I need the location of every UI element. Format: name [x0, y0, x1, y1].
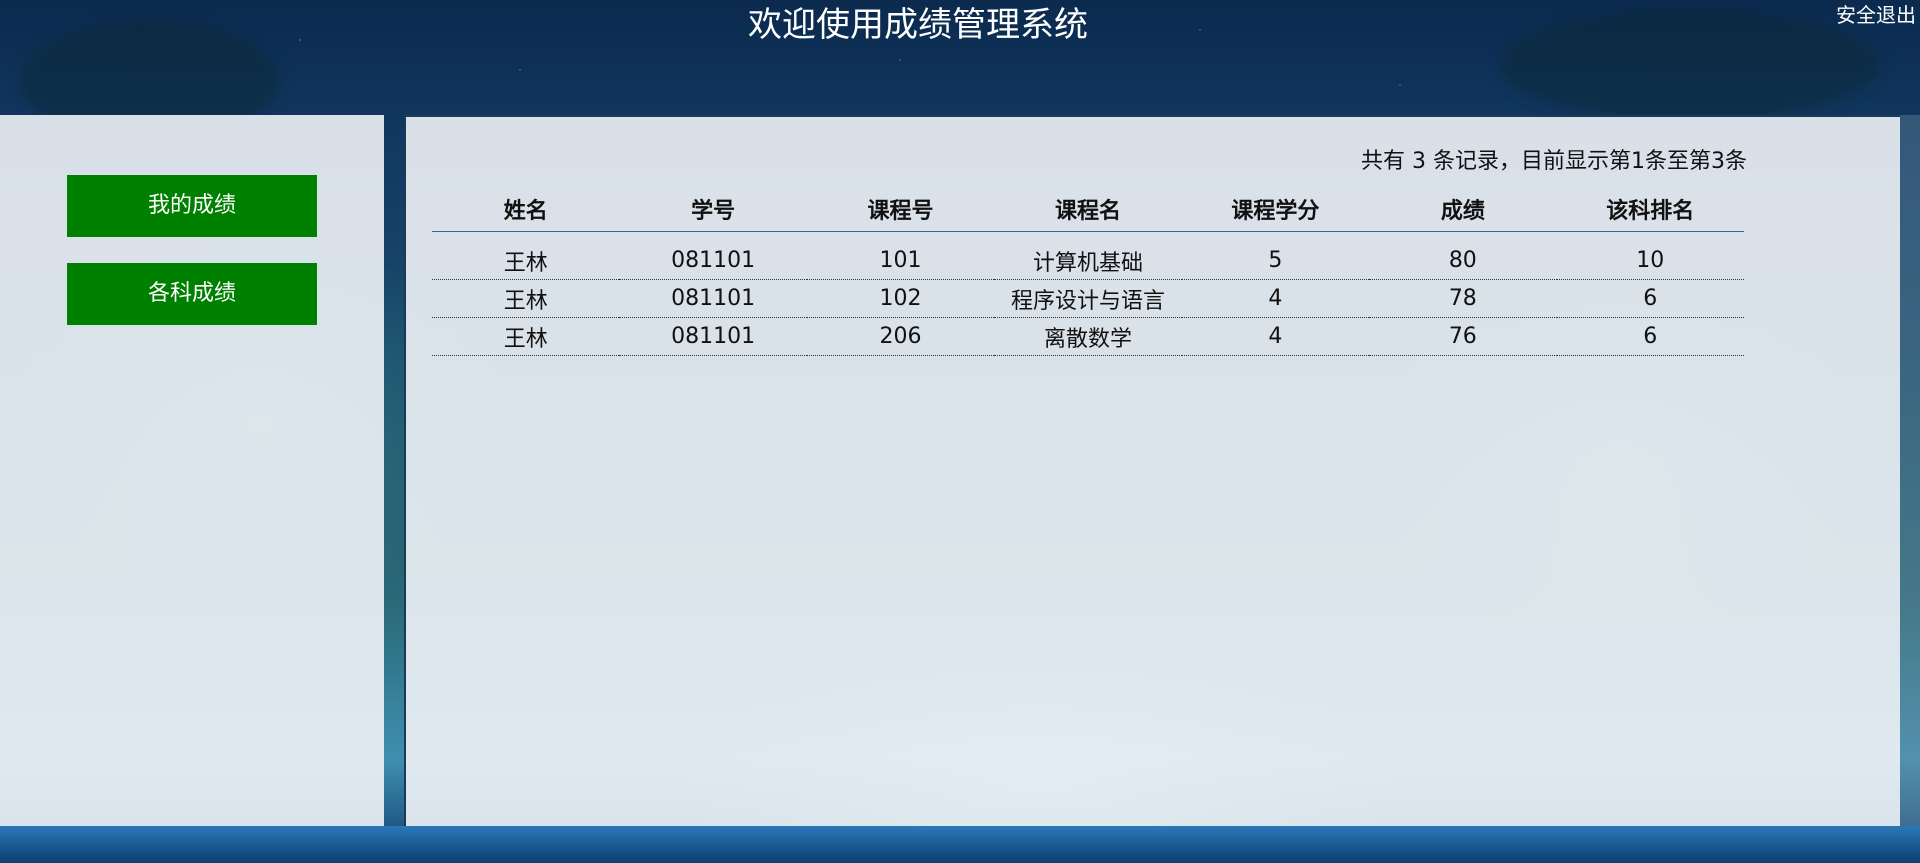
sidebar: 我的成绩 各科成绩: [0, 115, 384, 826]
column-header-course-name: 课程名: [994, 187, 1182, 232]
table-row: 王林 081101 206 离散数学 4 76 6: [432, 317, 1744, 356]
column-header-credits: 课程学分: [1181, 187, 1370, 232]
cell-score: 76: [1369, 317, 1557, 356]
cell-name: 王林: [432, 242, 620, 280]
record-summary: 共有 3 条记录，目前显示第1条至第3条: [1361, 149, 1747, 174]
cell-name: 王林: [432, 279, 620, 318]
nav-my-grades-button[interactable]: 我的成绩: [67, 175, 317, 237]
column-header-score: 成绩: [1369, 187, 1557, 232]
table-row: 王林 081101 102 程序设计与语言 4 78 6: [432, 279, 1744, 318]
table-row: 王林 081101 101 计算机基础 5 80 10: [432, 242, 1744, 280]
page-title: 欢迎使用成绩管理系统: [748, 5, 1088, 45]
right-edge-strip: [1900, 115, 1920, 826]
column-header-name: 姓名: [432, 187, 620, 232]
cell-course-name: 程序设计与语言: [994, 279, 1182, 318]
grades-table: 姓名 学号 课程号 课程名 课程学分 成绩 该科排名 王林 081101 101…: [432, 187, 1744, 356]
cell-credits: 4: [1181, 279, 1370, 318]
cell-course-name: 离散数学: [994, 317, 1182, 356]
nav-course-grades-button[interactable]: 各科成绩: [67, 263, 317, 325]
cell-student-id: 081101: [619, 279, 807, 318]
logout-link[interactable]: 安全退出: [1836, 2, 1916, 28]
cell-rank: 10: [1556, 242, 1744, 280]
cell-course-id: 102: [806, 279, 995, 318]
cell-student-id: 081101: [619, 242, 807, 280]
column-header-student-id: 学号: [619, 187, 807, 232]
cell-rank: 6: [1556, 317, 1744, 356]
cell-score: 80: [1369, 242, 1557, 280]
cell-course-id: 101: [806, 242, 995, 280]
column-header-course-id: 课程号: [806, 187, 995, 232]
cell-student-id: 081101: [619, 317, 807, 356]
cell-course-name: 计算机基础: [994, 242, 1182, 280]
main-panel: 共有 3 条记录，目前显示第1条至第3条 姓名 学号 课程号 课程名 课程学分 …: [404, 115, 1900, 826]
cell-course-id: 206: [806, 317, 995, 356]
bottom-band: [0, 826, 1920, 863]
cell-credits: 4: [1181, 317, 1370, 356]
cell-credits: 5: [1181, 242, 1370, 280]
cell-rank: 6: [1556, 279, 1744, 318]
cell-score: 78: [1369, 279, 1557, 318]
cell-name: 王林: [432, 317, 620, 356]
column-header-rank: 该科排名: [1556, 187, 1744, 232]
table-header-row: 姓名 学号 课程号 课程名 课程学分 成绩 该科排名: [432, 187, 1744, 232]
